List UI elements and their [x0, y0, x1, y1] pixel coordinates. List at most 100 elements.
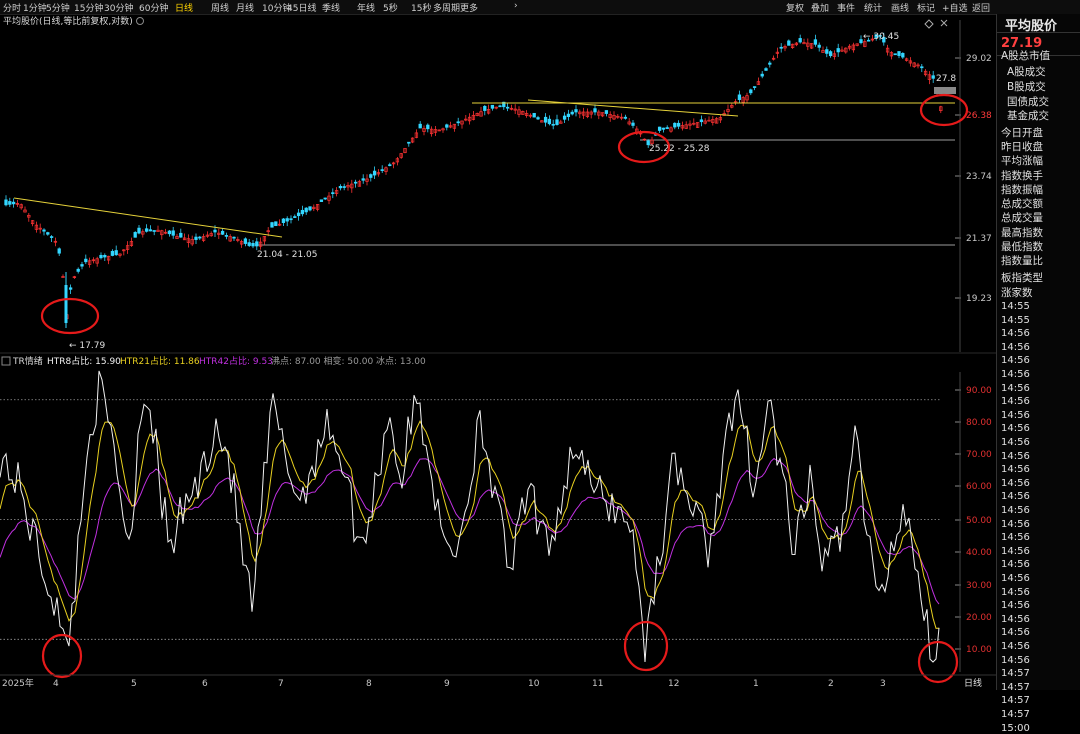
candle-body [49, 236, 54, 238]
quote-panel: 平均股价 27.19 A股总市值 A股成交 B股成交 国债成交 基金成交 今日开盘 昨日收盘… [996, 14, 1080, 734]
toolbar-right-item-2[interactable]: 事件 [837, 1, 855, 14]
tick-time: 14:56 [1001, 423, 1030, 435]
candle-body [57, 248, 61, 254]
toolbar-right-item-4[interactable]: 画线 [891, 1, 909, 14]
candle-body [289, 218, 293, 221]
toolbar-right-item-5[interactable]: 标记 [917, 1, 935, 14]
x-axis-label: 7 [278, 679, 284, 689]
tick-time: 14:56 [1001, 573, 1030, 584]
candle-body [593, 108, 597, 113]
tick-time: 14:56 [1001, 532, 1030, 544]
trendline [527, 99, 739, 117]
period-tab-13[interactable]: 5秒 [383, 1, 398, 14]
toolbar-right-item-1[interactable]: 叠加 [811, 1, 829, 14]
candle-body [760, 73, 764, 77]
candle-body [825, 49, 829, 54]
candle-body [836, 48, 840, 53]
x-axis-label: 12 [668, 679, 679, 689]
period-tab-4[interactable]: 30分钟 [104, 1, 133, 14]
candle-body [171, 230, 175, 236]
candle-body [76, 268, 80, 272]
candle-body [11, 201, 16, 205]
tick-time: 14:56 [1001, 369, 1030, 380]
period-tab-5[interactable]: 60分钟 [139, 1, 168, 14]
toolbar-right-item-0[interactable]: 复权 [786, 1, 804, 14]
period-tab-0[interactable]: 分时 [3, 1, 21, 14]
candle-body [243, 238, 248, 244]
toolbar-right-item-7[interactable]: 返回 [972, 1, 990, 14]
htr42-line [0, 457, 940, 605]
period-tab-12[interactable]: 年线 [357, 1, 375, 14]
candle-body [42, 229, 46, 232]
candle-body [749, 89, 753, 94]
x-axis-label: 1 [753, 679, 759, 689]
candle-body [342, 186, 346, 188]
candle-body [213, 229, 217, 233]
x-axis-label: 9 [444, 679, 450, 689]
panel-divider [997, 32, 1080, 33]
candle-body [179, 232, 183, 238]
indicator-level-label: 20.00 [966, 613, 992, 623]
candle-body [859, 39, 863, 44]
x-axis-label: 8 [366, 679, 372, 689]
candle-body [133, 232, 137, 238]
toolbar-right-item-3[interactable]: 统计 [864, 1, 882, 14]
panel-field-5: 今日开盘 [1001, 127, 1043, 139]
candle-body [665, 127, 669, 129]
period-tab-10[interactable]: 45日线 [287, 1, 316, 14]
htr42-label: HTR42占比: 9.53 [199, 355, 273, 367]
panel-field-7: 平均涨幅 [1001, 155, 1043, 167]
diamond-icon [924, 19, 934, 29]
tick-time: 14:56 [1001, 328, 1030, 340]
tick-time: 14:56 [1001, 518, 1030, 530]
candle-body [574, 109, 578, 113]
period-tab-2[interactable]: 5分钟 [46, 1, 70, 14]
x-axis-label: 11 [592, 679, 603, 689]
candle-body [380, 169, 384, 171]
x-axis-label: 10 [528, 679, 540, 689]
tick-time: 14:56 [1001, 505, 1030, 516]
candle-body [551, 123, 555, 126]
candle-body [110, 250, 115, 256]
chevron-right-icon[interactable]: › [514, 1, 518, 11]
period-tab-3[interactable]: 15分钟 [74, 1, 103, 14]
main-chart-title: 平均股价(日线,等比前复权,对数) [3, 15, 133, 27]
tick-time: 14:56 [1001, 477, 1030, 489]
tick-time: 14:56 [1001, 437, 1030, 448]
tick-time: 14:55 [1001, 301, 1030, 312]
period-tab-6[interactable]: 日线 [175, 1, 193, 14]
low-price-annotation: ← 17.79 [69, 341, 105, 351]
period-tab-8[interactable]: 月线 [236, 1, 254, 14]
candle-body [8, 201, 12, 205]
indicator-level-label: 60.00 [966, 482, 992, 492]
period-tab-16[interactable]: 更多 [460, 1, 478, 14]
candle-body [152, 230, 156, 232]
candle-body [144, 228, 149, 232]
indicator-level-label: 80.00 [966, 418, 992, 428]
candle-body [498, 105, 502, 108]
period-tab-15[interactable]: 多周期 [433, 1, 460, 14]
period-tab-11[interactable]: 季线 [322, 1, 340, 14]
x-axis-label: 6 [202, 679, 208, 689]
candle-body [369, 174, 373, 178]
tick-time: 14:56 [1001, 491, 1030, 503]
candle-body [247, 242, 251, 246]
candle-body [570, 111, 574, 115]
tick-time: 14:56 [1001, 396, 1030, 408]
candle-body [490, 104, 495, 109]
tick-time: 14:56 [1001, 654, 1030, 666]
highlight-circle [917, 640, 959, 684]
period-toolbar: 分时 1分钟 5分钟 15分钟 30分钟 60分钟 日线 周线 月线 10分钟 45日线 季线 年线 5秒… [0, 0, 1080, 15]
period-tab-1[interactable]: 1分钟 [23, 1, 47, 14]
x-axis-label: 2 [828, 679, 834, 689]
period-tab-7[interactable]: 周线 [211, 1, 229, 14]
period-tab-14[interactable]: 15秒 [411, 1, 431, 14]
price-label: 21.37 [966, 234, 992, 244]
toolbar-right-item-6[interactable]: +自选 [942, 1, 968, 14]
high-price-annotation: ← 30.45 [863, 32, 899, 42]
candle-body [798, 38, 802, 43]
candle-body [426, 124, 430, 130]
tick-time: 14:56 [1001, 450, 1030, 462]
tick-time: 14:56 [1001, 464, 1030, 476]
candle-body [319, 199, 324, 202]
